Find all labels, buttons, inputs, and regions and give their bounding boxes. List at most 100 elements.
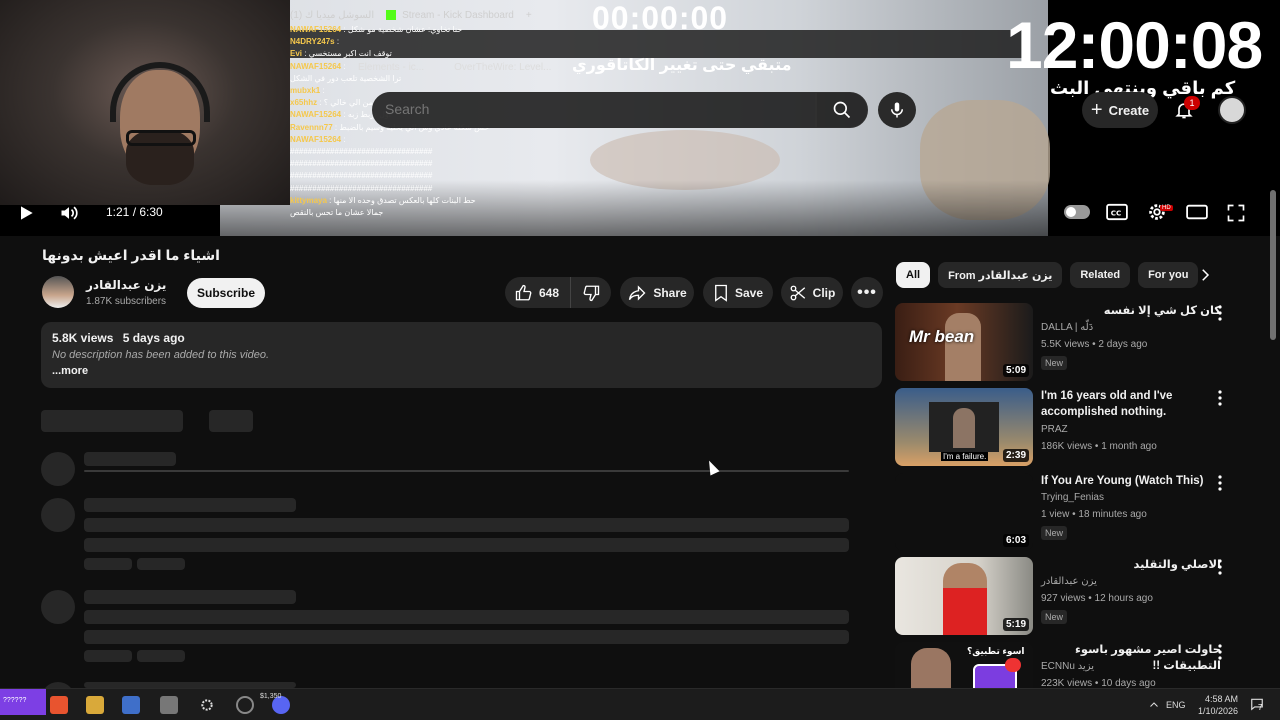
folder-icon[interactable] [86,696,104,714]
video-title: اشياء ما اقدر اعيش بدونها [42,247,220,263]
notification-center-button[interactable]: 7 [1250,697,1264,716]
thumbs-down-icon [583,285,600,301]
chat-message: جمالا عشان ما تحس بالنقص [290,207,490,219]
recommendation-meta: 1 view • 18 minutes ago [1041,509,1147,520]
chat-username: kittymaya [290,195,327,205]
chat-message: kittymaya : حط البنات كلها بالعكس تصدق و… [290,195,476,205]
chat-username: N4DRY247s [290,37,335,47]
chevron-right-icon [1202,269,1210,281]
brave-icon[interactable] [50,696,68,714]
thumbnail-text: اسوء تطبيق؟ [967,646,1025,656]
chevron-up-icon[interactable] [1148,698,1160,716]
recommendation-channel[interactable]: DALLA | دَلّه [1041,322,1093,333]
skeleton-line [84,558,132,570]
new-tab-button[interactable]: + [526,10,532,21]
subtitles-button[interactable]: CC [1106,203,1128,226]
more-options-button[interactable] [1213,305,1227,326]
stream-timer: 12:00:08 [1006,8,1263,82]
recommendation-item[interactable]: 5:19 الاصلي والتقليد يزن عبدالقادر 927 v… [895,557,1265,635]
recommendation-channel[interactable]: PRAZ [1041,424,1068,435]
create-label: Create [1108,102,1150,118]
description-meta: 5.8K views 5 days ago [52,331,871,345]
save-label: Save [734,285,764,300]
page-scrollbar[interactable] [1270,190,1276,340]
app-icon[interactable] [122,696,140,714]
recommendation-item[interactable]: 6:03 If You Are Young (Watch This) Tryin… [895,473,1265,551]
more-vertical-icon [1218,475,1222,491]
account-avatar[interactable] [1218,96,1246,124]
autoplay-toggle[interactable] [1064,205,1090,219]
webcam-overlay [0,0,290,205]
chat-message: ################################ [290,158,490,170]
recommendation-meta: 5.5K views • 2 days ago [1041,339,1148,350]
voice-search-button[interactable] [878,92,916,128]
video-thumbnail[interactable]: 6:03 [895,473,1033,551]
recommendation-channel[interactable]: Trying_Fenias [1041,492,1104,503]
more-options-button[interactable] [1213,559,1227,580]
video-thumbnail[interactable]: اسوء تطبيق؟ [895,642,1033,688]
thumbs-up-icon [515,284,532,300]
chat-text: ترا الشخصية تلعب دور في الشكل [290,73,402,83]
recommendation-item[interactable]: Mr bean 5:09 كان كل شي إلا نفسه DALLA | … [895,303,1265,381]
clock[interactable]: 4:58 AM 1/10/2026 [1192,693,1238,717]
chip-related[interactable]: Related [1070,262,1131,288]
skeleton-avatar [41,590,75,624]
chat-text: حط البنات كلها بالعكس تصدق وحده الا منها [333,195,476,205]
recommendation-channel[interactable]: ECNNu يزيد [1041,661,1094,672]
scissors-icon [790,285,805,300]
browser-tab-kick[interactable]: Stream - Kick Dashboard [386,10,514,21]
channel-name[interactable]: يزن عبدالقادر [86,278,166,292]
fullscreen-button[interactable] [1226,203,1246,228]
dislike-button[interactable] [571,284,611,302]
thumbnail-person [953,408,975,448]
clip-button[interactable]: Clip [781,277,843,308]
more-options-button[interactable] [1213,390,1227,411]
chat-username: x65hhz [290,98,318,108]
create-button[interactable]: + Create [1082,92,1158,128]
browser-tab[interactable]: (1) السوشل ميديا ك [290,10,374,21]
volume-button[interactable] [58,203,80,228]
app-icon[interactable] [160,696,178,714]
video-thumbnail[interactable]: 5:19 [895,557,1033,635]
tab-label: (1) السوشل ميديا ك [290,9,375,21]
recommendation-channel[interactable]: يزن عبدالقادر [1041,576,1097,587]
chip-all[interactable]: All [896,262,931,288]
plus-icon: + [1090,99,1103,121]
theater-mode-button[interactable] [1186,203,1208,226]
channel-avatar[interactable] [42,276,74,308]
settings-icon[interactable] [198,696,216,714]
chat-text: ################################ [290,147,433,157]
video-player[interactable]: (1) السوشل ميديا ك Stream - Kick Dashboa… [0,0,1280,236]
chips-next-button[interactable] [1196,266,1214,289]
play-button[interactable] [16,203,36,228]
save-button[interactable]: Save [703,277,773,308]
video-thumbnail[interactable]: Mr bean 5:09 [895,303,1033,381]
skeleton-comment-count [41,410,183,432]
chip-for-you[interactable]: For you [1138,262,1199,288]
more-options-button[interactable] [1213,644,1227,665]
video-duration: 2:39 [1002,449,1029,462]
search-input[interactable] [385,101,785,117]
recommendation-item[interactable]: I'm a failure. 2:39 I'm 16 years old and… [895,388,1265,466]
recommendation-item[interactable]: اسوء تطبيق؟ حاولت اصير مشهور باسوء التطب… [895,642,1265,688]
chat-message: ################################ [290,170,490,182]
subscriber-count: 1.87K subscribers [86,296,167,307]
globe-icon[interactable] [236,696,254,714]
search-button[interactable] [816,92,868,128]
clock-time: 4:58 AM [1204,694,1238,704]
chip-from-channel[interactable]: From يزن عبدالقادر [938,262,1063,288]
description-text: No description has been added to this vi… [52,349,270,361]
subscribe-button[interactable]: Subscribe [187,278,265,308]
like-button[interactable]: 648 [505,277,571,308]
more-actions-button[interactable]: ••• [851,277,883,308]
language-indicator[interactable]: ENG [1166,700,1186,710]
thumbnail-person [945,313,981,381]
show-more-link[interactable]: ...more [52,365,871,377]
chat-text: حنا تخاوي: عشان شخصية مو شكل [347,25,463,34]
video-thumbnail[interactable]: I'm a failure. 2:39 [895,388,1033,466]
more-options-button[interactable] [1213,475,1227,496]
share-button[interactable]: Share [620,277,694,308]
like-dislike-group: 648 [505,277,611,308]
taskbar-widget[interactable]: ?????? [0,689,46,715]
description-box[interactable]: 5.8K views 5 days ago No description has… [41,322,882,388]
